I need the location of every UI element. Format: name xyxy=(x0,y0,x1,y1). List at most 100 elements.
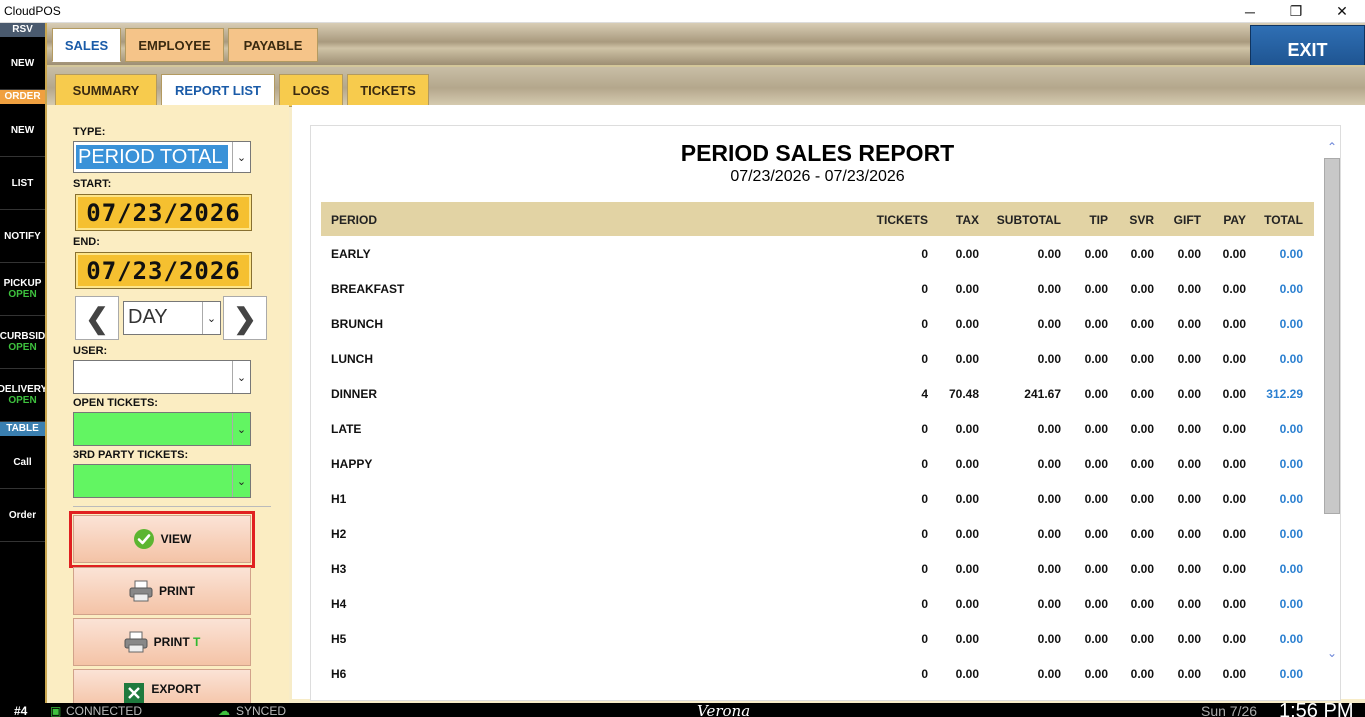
third-party-tickets-select[interactable]: ⌄ xyxy=(73,464,251,498)
tab-tickets[interactable]: TICKETS xyxy=(347,74,429,107)
tab-sales[interactable]: SALES xyxy=(52,28,121,62)
open-tickets-select[interactable]: ⌄ xyxy=(73,412,251,446)
third-party-tickets-label: 3RD PARTY TICKETS: xyxy=(73,449,189,461)
report-date-range: 07/23/2026 - 07/23/2026 xyxy=(730,168,905,185)
cell-tax: 0.00 xyxy=(955,632,979,646)
cell-pay: 0.00 xyxy=(1222,352,1246,366)
rsv-header: RSV xyxy=(0,23,45,37)
sidebar-label: PICKUP xyxy=(3,278,42,289)
sidebar-curbside[interactable]: CURBSID OPEN xyxy=(0,316,45,369)
start-label: START: xyxy=(73,178,112,190)
cell-pay: 0.00 xyxy=(1222,597,1246,611)
top-tab-bar: SALES EMPLOYEE PAYABLE EXIT xyxy=(47,23,1365,75)
cell-svr: 0.00 xyxy=(1130,527,1154,541)
tab-payable[interactable]: PAYABLE xyxy=(228,28,318,62)
cell-total: 0.00 xyxy=(1279,457,1303,471)
cell-total: 0.00 xyxy=(1279,597,1303,611)
cell-period: LATE xyxy=(331,422,362,436)
cell-svr: 0.00 xyxy=(1130,457,1154,471)
cell-gift: 0.00 xyxy=(1177,247,1201,261)
cell-tax: 0.00 xyxy=(955,527,979,541)
table-row: LATE 0 0.00 0.00 0.00 0.00 0.00 0.00 0.00 xyxy=(321,411,1314,446)
chevron-down-icon: ⌄ xyxy=(232,413,250,445)
end-date-field[interactable]: 07/23/2026 xyxy=(75,252,252,289)
main-frame: SALES EMPLOYEE PAYABLE EXIT SUMMARY REPO… xyxy=(45,23,1365,709)
title-bar: CloudPOS ─ ❐ ✕ xyxy=(0,0,1365,23)
maximize-button[interactable]: ❐ xyxy=(1273,0,1319,23)
table-row: BRUNCH 0 0.00 0.00 0.00 0.00 0.00 0.00 0.00 xyxy=(321,306,1314,341)
cell-tax: 0.00 xyxy=(955,597,979,611)
cell-tickets: 0 xyxy=(921,562,928,576)
tab-summary[interactable]: SUMMARY xyxy=(55,74,157,107)
column-header-svr: SVR xyxy=(1129,213,1154,227)
minimize-button[interactable]: ─ xyxy=(1227,0,1273,23)
cell-gift: 0.00 xyxy=(1177,352,1201,366)
report-scrollbar[interactable]: ⌃ ⌄ xyxy=(1323,126,1340,700)
table-row: H4 0 0.00 0.00 0.00 0.00 0.00 0.00 0.00 xyxy=(321,586,1314,621)
next-period-button[interactable]: ❯ xyxy=(223,296,267,340)
cell-period: EARLY xyxy=(331,247,371,261)
cell-total: 0.00 xyxy=(1279,422,1303,436)
sidebar-label: DELIVERY xyxy=(0,384,45,395)
cell-tax: 0.00 xyxy=(955,492,979,506)
cell-gift: 0.00 xyxy=(1177,667,1201,681)
cell-subtotal: 0.00 xyxy=(1037,667,1061,681)
cell-svr: 0.00 xyxy=(1130,632,1154,646)
cell-total: 0.00 xyxy=(1279,492,1303,506)
cell-gift: 0.00 xyxy=(1177,597,1201,611)
cell-pay: 0.00 xyxy=(1222,387,1246,401)
cell-tax: 0.00 xyxy=(955,317,979,331)
cell-total: 0.00 xyxy=(1279,247,1303,261)
cell-period: BREAKFAST xyxy=(331,282,405,296)
cell-tip: 0.00 xyxy=(1084,317,1108,331)
sidebar-new-reservation[interactable]: NEW xyxy=(0,37,45,90)
cell-tax: 0.00 xyxy=(955,667,979,681)
cell-gift: 0.00 xyxy=(1177,282,1201,296)
print-t-label: PRINT T xyxy=(154,635,201,649)
tab-logs[interactable]: LOGS xyxy=(279,74,343,107)
cell-total: 0.00 xyxy=(1279,282,1303,296)
scroll-up-icon[interactable]: ⌃ xyxy=(1323,140,1340,154)
scrollbar-thumb[interactable] xyxy=(1324,158,1340,514)
sidebar-notify[interactable]: NOTIFY xyxy=(0,210,45,263)
sidebar-delivery[interactable]: DELIVERY OPEN xyxy=(0,369,45,422)
status-date: Sun 7/26 xyxy=(1201,703,1258,717)
sidebar-list[interactable]: LIST xyxy=(0,157,45,210)
cell-svr: 0.00 xyxy=(1130,247,1154,261)
cell-subtotal: 0.00 xyxy=(1037,457,1061,471)
sidebar-new-order[interactable]: NEW xyxy=(0,104,45,157)
close-button[interactable]: ✕ xyxy=(1319,0,1365,23)
type-label: TYPE: xyxy=(73,126,106,138)
cell-svr: 0.00 xyxy=(1130,317,1154,331)
sidebar-order[interactable]: Order xyxy=(0,489,45,542)
cell-period: BRUNCH xyxy=(331,317,383,331)
scroll-down-icon[interactable]: ⌄ xyxy=(1323,646,1340,660)
cell-period: H1 xyxy=(331,492,347,506)
cell-pay: 0.00 xyxy=(1222,562,1246,576)
sidebar-call[interactable]: Call xyxy=(0,436,45,489)
cell-tickets: 0 xyxy=(921,527,928,541)
print-button[interactable]: PRINT xyxy=(73,567,251,615)
view-button[interactable]: VIEW xyxy=(73,515,251,563)
cell-tip: 0.00 xyxy=(1084,527,1108,541)
user-select[interactable]: ⌄ xyxy=(73,360,251,394)
tab-employee[interactable]: EMPLOYEE xyxy=(125,28,224,62)
report-viewer[interactable]: PERIOD SALES REPORT 07/23/2026 - 07/23/2… xyxy=(310,125,1341,701)
type-select[interactable]: PERIOD TOTAL ⌄ xyxy=(73,141,251,173)
period-select[interactable]: DAY ⌄ xyxy=(123,301,221,335)
cell-gift: 0.00 xyxy=(1177,527,1201,541)
sidebar-pickup[interactable]: PICKUP OPEN xyxy=(0,263,45,316)
cell-tickets: 0 xyxy=(921,352,928,366)
print-tickets-button[interactable]: PRINT T xyxy=(73,618,251,666)
cell-subtotal: 0.00 xyxy=(1037,492,1061,506)
cell-tax: 0.00 xyxy=(955,562,979,576)
table-row: BREAKFAST 0 0.00 0.00 0.00 0.00 0.00 0.00 0.00 xyxy=(321,271,1314,306)
cell-period: H6 xyxy=(331,667,347,681)
table-row: H1 0 0.00 0.00 0.00 0.00 0.00 0.00 0.00 xyxy=(321,481,1314,516)
table-header-row: PERIOD TICKETS TAX SUBTOTAL TIP SVR GIFT… xyxy=(321,202,1314,236)
start-date-field[interactable]: 07/23/2026 xyxy=(75,194,252,231)
tab-report-list[interactable]: REPORT LIST xyxy=(161,74,275,107)
previous-period-button[interactable]: ❮ xyxy=(75,296,119,340)
cell-total: 0.00 xyxy=(1279,352,1303,366)
cell-period: H2 xyxy=(331,527,347,541)
